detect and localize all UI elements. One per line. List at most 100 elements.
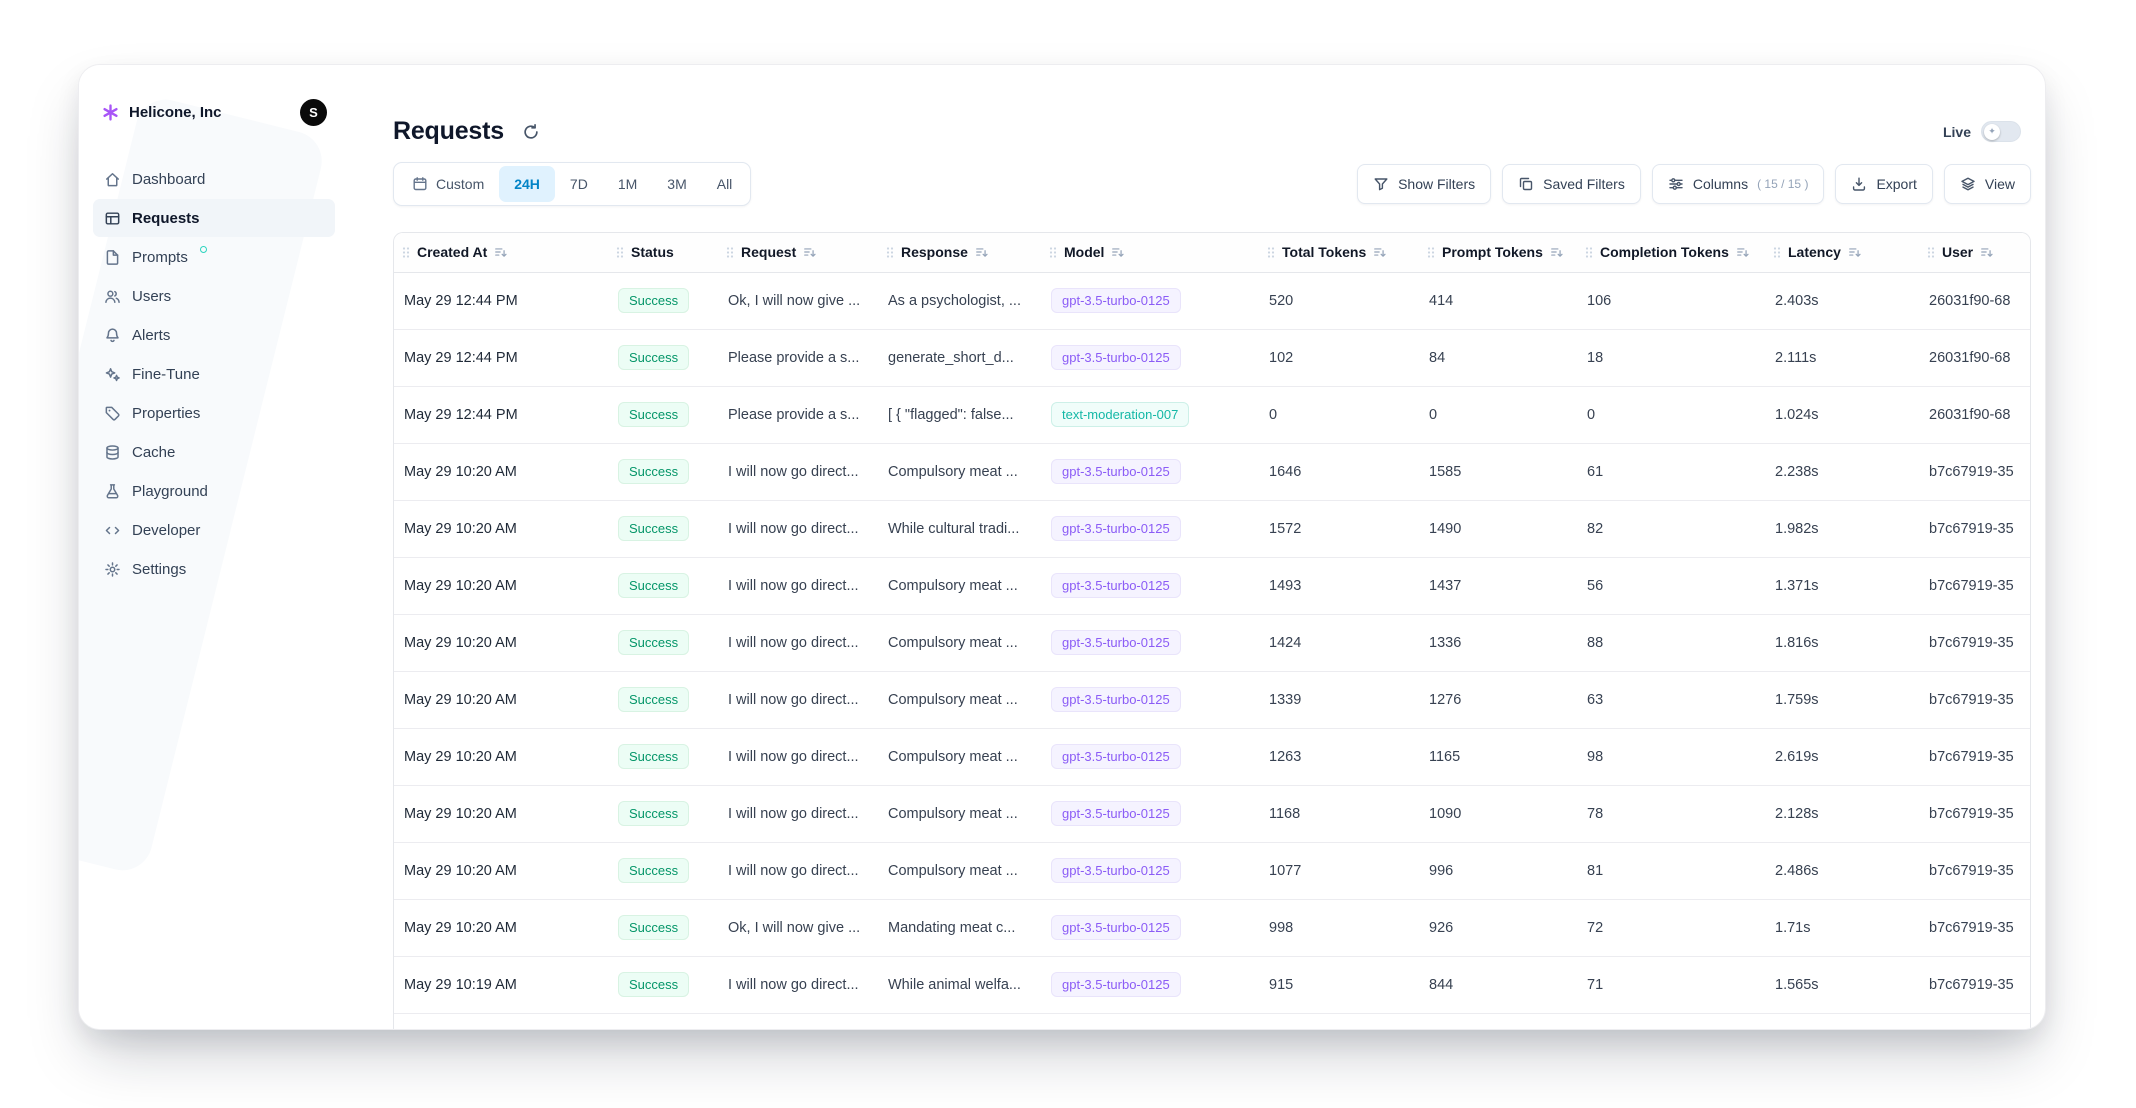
created-at-cell: May 29 12:44 PM: [394, 329, 608, 386]
table-row[interactable]: May 29 10:20 AMSuccessI will now go dire…: [394, 443, 2031, 500]
column-header-status[interactable]: Status: [608, 233, 718, 272]
sort-icon[interactable]: [803, 245, 817, 259]
column-header-request[interactable]: Request: [718, 233, 878, 272]
table-row[interactable]: May 29 12:44 PMSuccessPlease provide a s…: [394, 329, 2031, 386]
column-header-model[interactable]: Model: [1041, 233, 1259, 272]
show-filters-button[interactable]: Show Filters: [1357, 164, 1491, 204]
drag-handle-icon[interactable]: [1585, 246, 1593, 259]
time-range-3m[interactable]: 3M: [652, 166, 701, 202]
prompt-tokens-cell: 414: [1419, 272, 1577, 329]
page-title: Requests: [393, 117, 504, 146]
drag-handle-icon[interactable]: [1427, 246, 1435, 259]
users-icon: [103, 287, 121, 305]
prompt-tokens-cell: 1090: [1419, 785, 1577, 842]
table-row[interactable]: May 29 12:44 PMSuccessPlease provide a s…: [394, 386, 2031, 443]
main-content: Requests Live ✦ Custom: [349, 65, 2045, 1029]
drag-handle-icon[interactable]: [1773, 246, 1781, 259]
sidebar-item-settings[interactable]: Settings: [93, 550, 335, 588]
table-row[interactable]: May 29 10:20 AMSuccessI will now go dire…: [394, 671, 2031, 728]
model-badge: gpt-3.5-turbo-0125: [1051, 573, 1181, 599]
completion-tokens-cell: 18: [1577, 329, 1765, 386]
sort-icon[interactable]: [1550, 245, 1564, 259]
sidebar-item-users[interactable]: Users: [93, 277, 335, 315]
columns-sliders-icon: [1668, 176, 1684, 192]
table-row[interactable]: May 29 10:20 AMSuccessI will now go dire…: [394, 785, 2031, 842]
sidebar-item-requests[interactable]: Requests: [93, 199, 335, 237]
column-header-total-tokens[interactable]: Total Tokens: [1259, 233, 1419, 272]
live-toggle[interactable]: ✦: [1981, 121, 2021, 142]
view-button[interactable]: View: [1944, 164, 2031, 204]
sidebar-item-dashboard[interactable]: Dashboard: [93, 160, 335, 198]
sidebar-item-cache[interactable]: Cache: [93, 433, 335, 471]
sort-icon[interactable]: [1736, 245, 1750, 259]
created-at-cell: May 29 10:19 AM: [394, 956, 608, 1013]
time-range-all[interactable]: All: [702, 166, 748, 202]
column-header-latency[interactable]: Latency: [1765, 233, 1919, 272]
table-row[interactable]: May 29 10:20 AMSuccessOk, I will now giv…: [394, 899, 2031, 956]
time-range-7d[interactable]: 7D: [555, 166, 603, 202]
model-cell: gpt-3.5-turbo-0125: [1041, 614, 1259, 671]
request-cell: Ok, I will now give ...: [718, 899, 878, 956]
column-header-user[interactable]: User: [1919, 233, 2031, 272]
status-cell: Success: [608, 272, 718, 329]
column-header-prompt-tokens[interactable]: Prompt Tokens: [1419, 233, 1577, 272]
request-cell: I will now go direct...: [718, 785, 878, 842]
sidebar-item-prompts[interactable]: Prompts: [93, 238, 335, 276]
table-row[interactable]: May 29 10:20 AMSuccessI will now go dire…: [394, 728, 2031, 785]
time-range-options: 24H7D1M3MAll: [499, 166, 747, 202]
column-header-response[interactable]: Response: [878, 233, 1041, 272]
drag-handle-icon[interactable]: [1927, 246, 1935, 259]
sidebar-item-properties[interactable]: Properties: [93, 394, 335, 432]
sort-icon[interactable]: [1980, 245, 1994, 259]
saved-filters-button[interactable]: Saved Filters: [1502, 164, 1641, 204]
model-badge: gpt-3.5-turbo-0125: [1051, 744, 1181, 770]
sort-icon[interactable]: [1373, 245, 1387, 259]
drag-handle-icon[interactable]: [1267, 246, 1275, 259]
table-row[interactable]: May 29 10:19 AMSuccessI will now go dire…: [394, 956, 2031, 1013]
user-cell: 26031f90-68: [1919, 329, 2031, 386]
drag-handle-icon[interactable]: [726, 246, 734, 259]
org-name[interactable]: Helicone, Inc: [129, 104, 222, 121]
model-cell: gpt-3.5-turbo-0125: [1041, 557, 1259, 614]
model-cell: gpt-3.5-turbo-0125: [1041, 728, 1259, 785]
table-row[interactable]: May 29 10:20 AMSuccessI will now go dire…: [394, 842, 2031, 899]
sort-icon[interactable]: [975, 245, 989, 259]
live-label: Live: [1943, 124, 1971, 140]
created-at-cell: May 29 10:20 AM: [394, 614, 608, 671]
columns-button[interactable]: Columns ( 15 / 15 ): [1652, 164, 1825, 204]
model-cell: gpt-3.5-turbo-0125: [1041, 671, 1259, 728]
table-row[interactable]: May 29 10:20 AMSuccessI will now go dire…: [394, 614, 2031, 671]
sort-icon[interactable]: [1111, 245, 1125, 259]
time-range-24h[interactable]: 24H: [499, 166, 555, 202]
user-cell: b7c67919-35: [1919, 443, 2031, 500]
time-range-1m[interactable]: 1M: [603, 166, 652, 202]
drag-handle-icon[interactable]: [1049, 246, 1057, 259]
column-header-created-at[interactable]: Created At: [394, 233, 608, 272]
drag-handle-icon[interactable]: [616, 246, 624, 259]
drag-handle-icon[interactable]: [402, 246, 410, 259]
sidebar-item-alerts[interactable]: Alerts: [93, 316, 335, 354]
table-row[interactable]: May 29 12:44 PMSuccessOk, I will now giv…: [394, 272, 2031, 329]
model-cell: gpt-3.5-turbo-0125: [1041, 956, 1259, 1013]
sidebar-item-fine-tune[interactable]: Fine-Tune: [93, 355, 335, 393]
refresh-button[interactable]: [518, 119, 544, 145]
user-cell: 26031f90-68: [1919, 386, 2031, 443]
user-cell: b7c67919-35: [1919, 842, 2031, 899]
sidebar-item-playground[interactable]: Playground: [93, 472, 335, 510]
export-button[interactable]: Export: [1835, 164, 1932, 204]
table-row[interactable]: May 29 10:20 AMSuccessI will now go dire…: [394, 557, 2031, 614]
total-tokens-cell: 0: [1259, 386, 1419, 443]
sidebar-item-developer[interactable]: Developer: [93, 511, 335, 549]
latency-cell: 2.238s: [1765, 443, 1919, 500]
sort-icon[interactable]: [1848, 245, 1862, 259]
created-at-cell: May 29 12:44 PM: [394, 272, 608, 329]
avatar[interactable]: S: [300, 99, 327, 126]
sort-icon[interactable]: [494, 245, 508, 259]
request-cell: I will now go direct...: [718, 443, 878, 500]
latency-cell: 2.128s: [1765, 785, 1919, 842]
view-label: View: [1985, 176, 2015, 192]
column-header-completion-tokens[interactable]: Completion Tokens: [1577, 233, 1765, 272]
drag-handle-icon[interactable]: [886, 246, 894, 259]
table-row[interactable]: May 29 10:20 AMSuccessI will now go dire…: [394, 500, 2031, 557]
time-range-custom[interactable]: Custom: [397, 166, 499, 202]
